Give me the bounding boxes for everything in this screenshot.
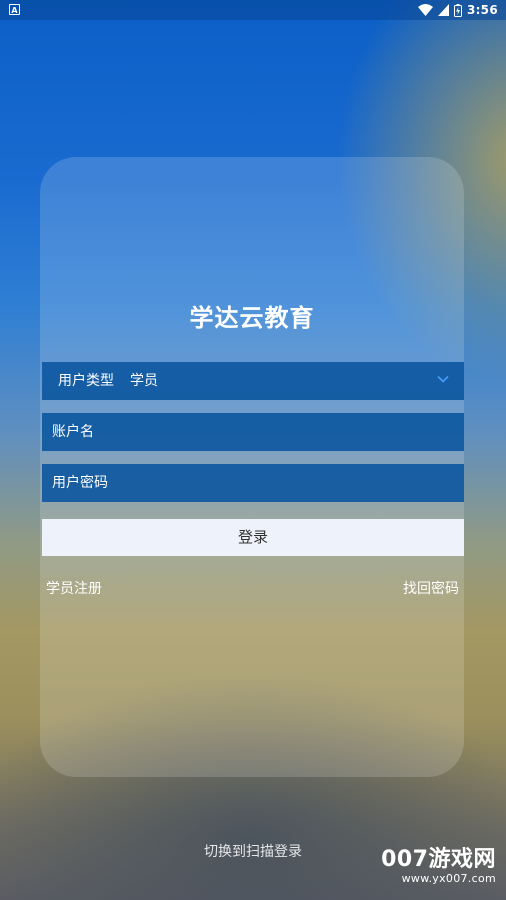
watermark-brand: 007游戏网 (381, 847, 496, 872)
notification-a-icon: A (9, 4, 20, 15)
status-bar: A 3:56 (0, 0, 506, 20)
login-screen: A 3:56 学达云教育 用户类型 学员 登录 学 (0, 0, 506, 900)
status-time: 3:56 (466, 3, 498, 17)
user-type-label: 用户类型 (58, 373, 114, 389)
username-input[interactable] (42, 413, 464, 451)
register-link[interactable]: 学员注册 (46, 580, 102, 598)
watermark: 007游戏网 www.yx007.com (381, 848, 496, 886)
status-icons: 3:56 (417, 2, 498, 18)
watermark-url: www.yx007.com (401, 872, 496, 885)
user-type-select[interactable]: 用户类型 学员 (42, 362, 464, 400)
user-type-value: 学员 (130, 373, 158, 389)
password-input[interactable] (42, 464, 464, 502)
chevron-down-icon[interactable] (436, 372, 450, 386)
app-title: 学达云教育 (189, 304, 315, 332)
battery-icon (453, 3, 462, 17)
login-button[interactable]: 登录 (42, 519, 464, 556)
wifi-icon (417, 4, 433, 16)
username-field-wrapper (42, 413, 464, 451)
forgot-password-link[interactable]: 找回密码 (403, 580, 459, 598)
signal-icon (437, 4, 449, 16)
password-field-wrapper (42, 464, 464, 502)
